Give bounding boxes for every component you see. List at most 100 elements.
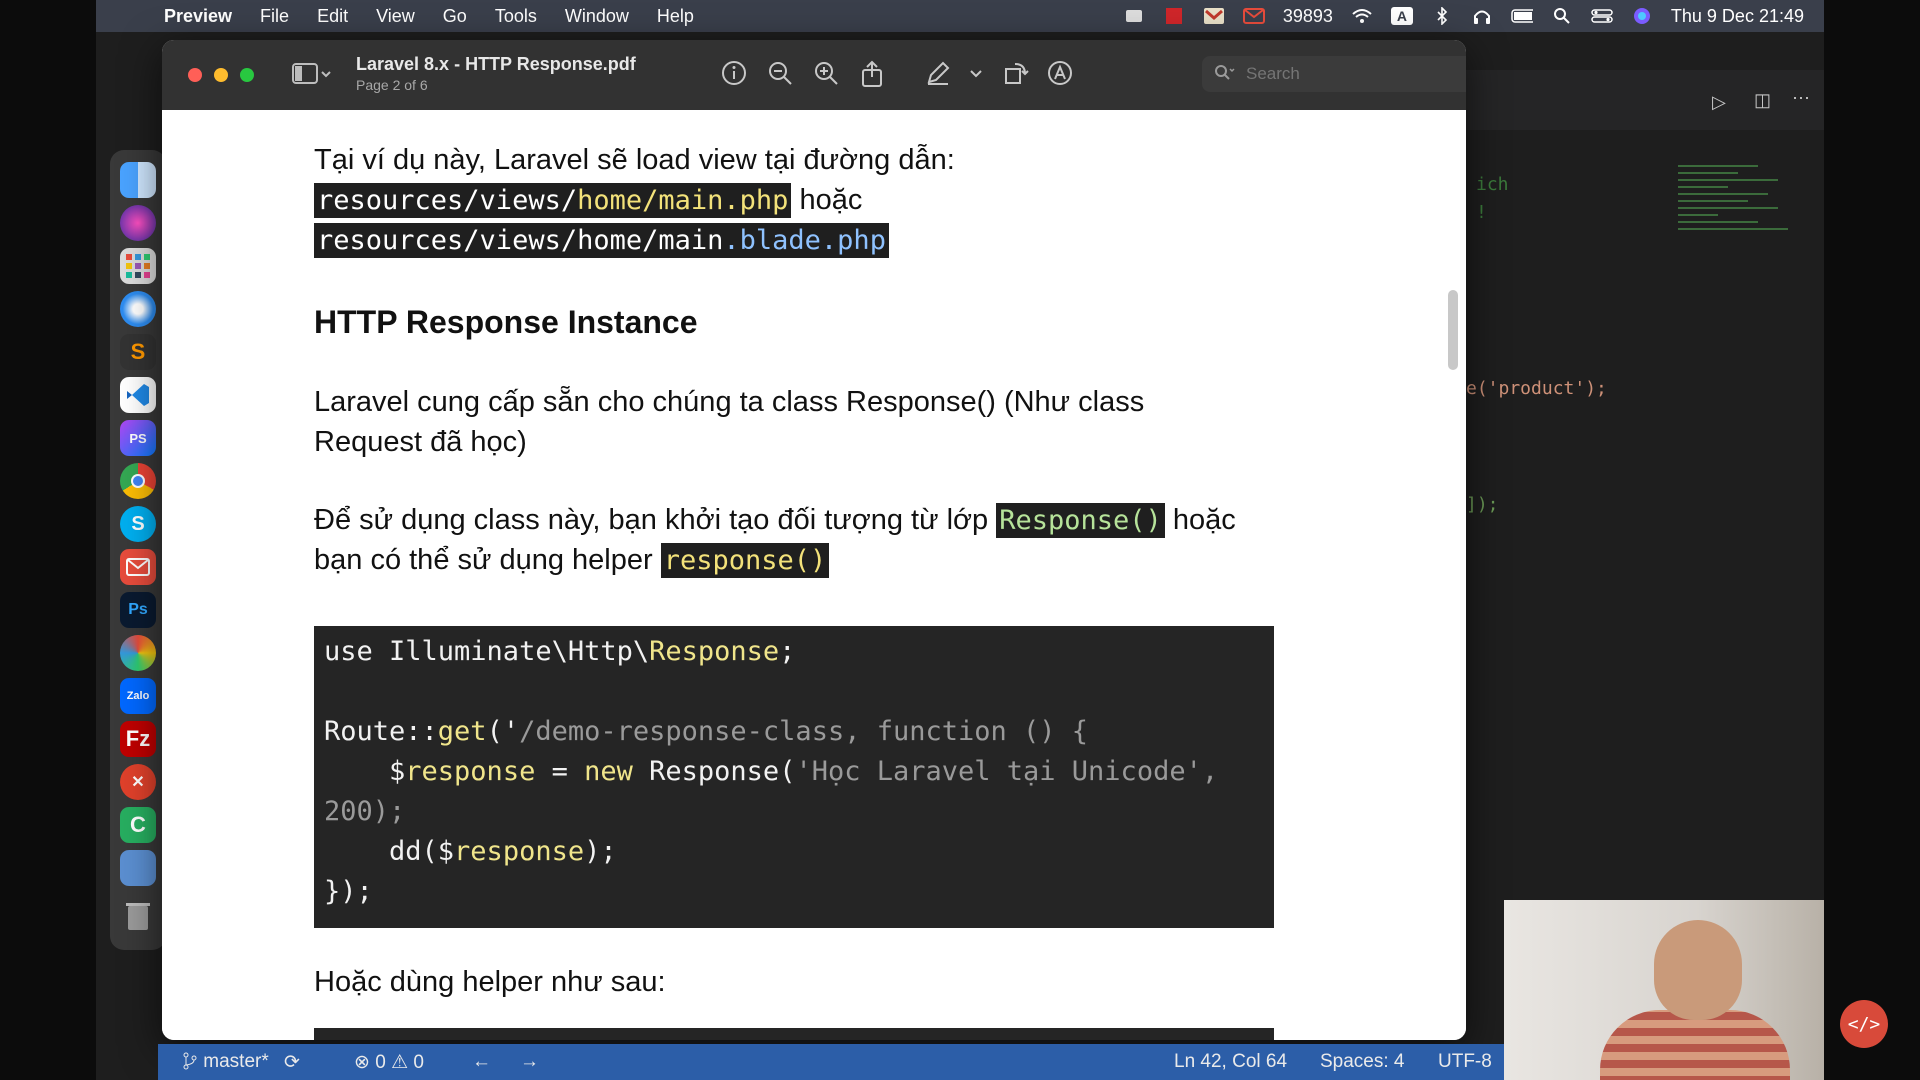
headphones-icon[interactable] xyxy=(1471,7,1493,25)
dock-photoshop-icon[interactable]: Ps xyxy=(120,592,156,628)
input-source-icon[interactable]: A xyxy=(1390,7,1413,25)
code-line-6: dd($response); xyxy=(324,836,617,867)
code-line-1: use Illuminate\Http\Response; xyxy=(324,636,796,667)
minimize-button[interactable] xyxy=(214,68,228,82)
share-icon[interactable] xyxy=(858,60,886,88)
warning-icon: ⚠ xyxy=(391,1052,409,1073)
mail-icon[interactable] xyxy=(1242,7,1265,25)
doc-para-1-line-2: Request đã học) xyxy=(314,426,527,458)
sync-icon[interactable]: ⟳ xyxy=(284,1051,300,1074)
pdf-scrollbar[interactable] xyxy=(1448,290,1458,370)
nav-back-icon[interactable]: ← xyxy=(472,1051,491,1073)
webcam-person-body xyxy=(1600,1010,1790,1080)
git-branch-icon xyxy=(183,1052,197,1070)
record-icon[interactable] xyxy=(1163,7,1185,25)
conjunction-text: hoặc xyxy=(791,184,863,216)
dock-app-red-icon[interactable]: ✕ xyxy=(120,764,156,800)
menu-view[interactable]: View xyxy=(362,6,429,27)
dock-launchpad-icon[interactable] xyxy=(120,248,156,284)
bluetooth-icon[interactable] xyxy=(1431,7,1453,25)
para-text: Để sử dụng class này, bạn khởi tạo đối t… xyxy=(314,504,997,536)
code-fragment-1: ich xyxy=(1476,174,1509,195)
zoom-out-icon[interactable] xyxy=(766,60,794,88)
dock-screen-sharing-icon[interactable] xyxy=(120,850,156,886)
dock-mail-icon[interactable] xyxy=(120,549,156,585)
zoom-in-icon[interactable] xyxy=(812,60,840,88)
code-line-4: $response = new Response('Học Laravel tạ… xyxy=(324,756,1219,787)
menu-bar: Preview File Edit View Go Tools Window H… xyxy=(96,0,1824,32)
siri-icon[interactable] xyxy=(1631,7,1653,25)
code-tag-icon[interactable]: </> xyxy=(1840,1000,1888,1048)
pdf-page[interactable]: Tại ví dụ này, Laravel sẽ load view tại … xyxy=(162,110,1466,1040)
dock-safari-icon[interactable] xyxy=(120,291,156,327)
battery-icon[interactable] xyxy=(1511,7,1533,25)
cursor-position[interactable]: Ln 42, Col 64 xyxy=(1174,1051,1287,1073)
close-button[interactable] xyxy=(188,68,202,82)
dock-chrome-icon[interactable] xyxy=(120,463,156,499)
menu-bar-clock[interactable]: Thu 9 Dec 21:49 xyxy=(1671,6,1804,27)
git-branch[interactable]: master* xyxy=(182,1051,269,1073)
code-block: use Illuminate\Http\Response; Route::get… xyxy=(314,626,1274,928)
control-center-icon[interactable] xyxy=(1591,7,1613,25)
code-line-5: 200); xyxy=(324,796,406,827)
doc-line-1: Tại ví dụ này, Laravel sẽ load view tại … xyxy=(314,144,955,176)
menu-go[interactable]: Go xyxy=(429,6,481,27)
dock-filezilla-icon[interactable]: Fz xyxy=(120,721,156,757)
code-line-3: Route::get('/demo-response-class, functi… xyxy=(324,716,1089,747)
doc-para-2-line-1: Để sử dụng class này, bạn khởi tạo đối t… xyxy=(314,503,1236,538)
mail-count: 39893 xyxy=(1282,5,1333,26)
sidebar-toggle-icon[interactable] xyxy=(292,62,331,86)
wifi-icon[interactable] xyxy=(1351,7,1373,25)
annotate-icon[interactable] xyxy=(1046,60,1074,88)
nav-forward-icon[interactable]: → xyxy=(520,1051,539,1073)
more-icon[interactable]: ⋯ xyxy=(1792,88,1810,109)
path-extension: .blade.php xyxy=(723,225,886,256)
dock: S PS S Ps Zalo Fz ✕ C xyxy=(110,150,166,950)
indentation[interactable]: Spaces: 4 xyxy=(1320,1051,1405,1073)
menu-file[interactable]: File xyxy=(246,6,303,27)
dock-zalo-icon[interactable]: Zalo xyxy=(120,678,156,714)
markup-pen-icon[interactable] xyxy=(924,60,952,88)
dock-finder-icon[interactable] xyxy=(120,162,156,198)
dock-vscode-icon[interactable] xyxy=(120,377,156,413)
problems-indicator[interactable]: ⊗ 0 ⚠ 0 xyxy=(354,1051,424,1074)
run-icon[interactable]: ▷ xyxy=(1712,92,1726,113)
menu-window[interactable]: Window xyxy=(551,6,643,27)
code-path-blade-php: resources/views/home/main.blade.php xyxy=(314,223,889,258)
dock-skype-icon[interactable]: S xyxy=(120,506,156,542)
path-prefix: resources/views/home/main xyxy=(317,225,724,256)
dock-sublime-icon[interactable]: S xyxy=(120,334,156,370)
dock-siri-icon[interactable] xyxy=(120,205,156,241)
gmail-icon[interactable] xyxy=(1203,7,1225,25)
dock-colorsync-icon[interactable] xyxy=(120,635,156,671)
preview-toolbar: Laravel 8.x - HTTP Response.pdf Page 2 o… xyxy=(162,40,1466,111)
info-icon[interactable] xyxy=(720,60,748,88)
webcam-person-head xyxy=(1654,920,1742,1020)
vscode-minimap[interactable] xyxy=(1678,160,1798,280)
git-branch-label: master* xyxy=(203,1051,269,1072)
error-icon: ⊗ xyxy=(354,1052,370,1073)
spotlight-icon[interactable] xyxy=(1551,7,1573,25)
path-prefix: resources/views/ xyxy=(317,185,578,216)
desktop-screen: Preview File Edit View Go Tools Window H… xyxy=(96,0,1824,1080)
menu-tools[interactable]: Tools xyxy=(481,6,551,27)
code-path-main-php: resources/views/home/main.php xyxy=(314,183,792,218)
search-icon xyxy=(1214,64,1236,87)
menu-help[interactable]: Help xyxy=(643,6,708,27)
notification-icon[interactable] xyxy=(1123,7,1145,25)
dock-phpstorm-icon[interactable]: PS xyxy=(120,420,156,456)
para-text: bạn có thể sử dụng helper xyxy=(314,544,661,576)
doc-para-3: Hoặc dùng helper như sau: xyxy=(314,966,666,998)
code-fragment-4: ]); xyxy=(1466,494,1499,515)
dock-trash-icon[interactable] xyxy=(120,898,156,934)
search-input[interactable] xyxy=(1202,56,1466,92)
zoom-button[interactable] xyxy=(240,68,254,82)
menu-app-name[interactable]: Preview xyxy=(150,6,246,27)
dock-app-green-icon[interactable]: C xyxy=(120,807,156,843)
encoding[interactable]: UTF-8 xyxy=(1438,1051,1492,1073)
preview-window: Laravel 8.x - HTTP Response.pdf Page 2 o… xyxy=(162,40,1466,1040)
split-editor-icon[interactable]: ◫ xyxy=(1754,90,1771,111)
menu-edit[interactable]: Edit xyxy=(303,6,362,27)
rotate-icon[interactable] xyxy=(1002,60,1030,88)
markup-dropdown-icon[interactable] xyxy=(962,60,990,88)
